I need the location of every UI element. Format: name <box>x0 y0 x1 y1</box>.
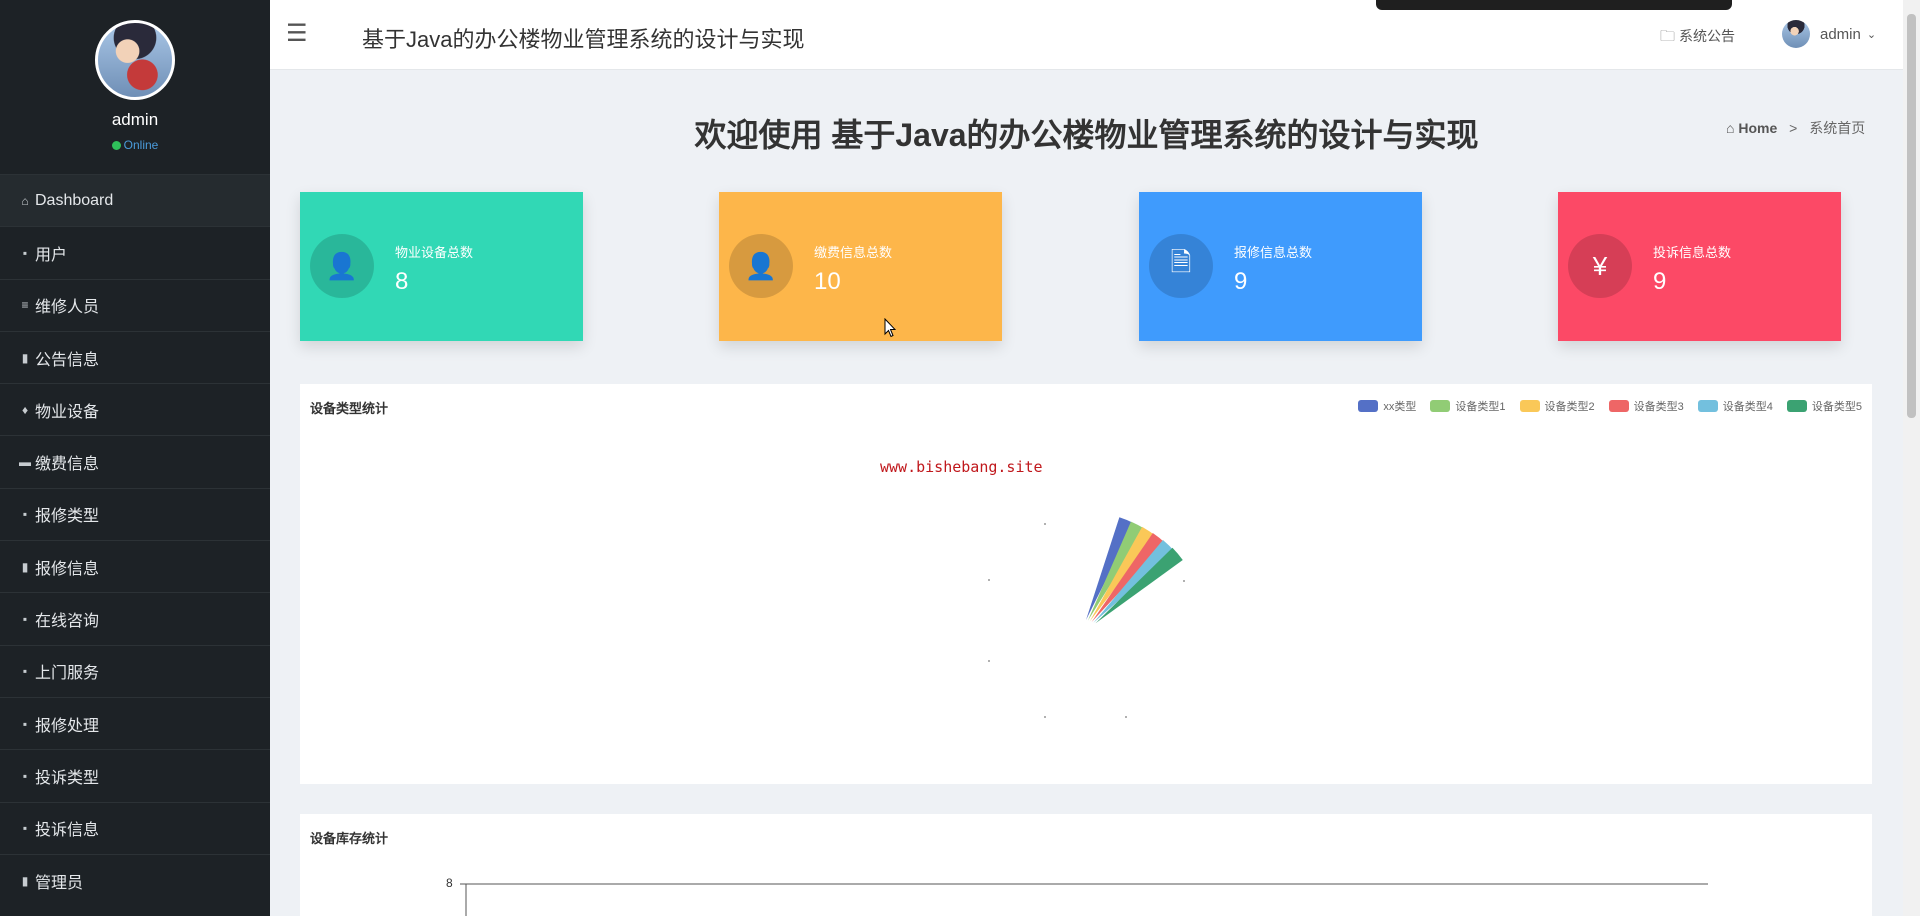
sidebar-item[interactable]: ▪ 报修类型 <box>0 487 270 540</box>
mouse-cursor-icon <box>884 318 896 338</box>
stat-card[interactable]: ¥ 投诉信息总数 9 <box>1558 192 1841 341</box>
bar-chart <box>460 883 1708 916</box>
grid-icon: ▪ <box>22 768 28 783</box>
top-header: ☰ 基于Java的办公楼物业管理系统的设计与实现 🗀 系统公告 admin ⌄ <box>270 0 1920 70</box>
breadcrumb-separator: > <box>1789 120 1798 136</box>
bar-chart-icon: ▮ <box>21 559 29 574</box>
sidebar-item-label: 公告信息 <box>35 351 100 369</box>
sidebar-item-label: 用户 <box>35 246 68 264</box>
sidebar-item-label: 上门服务 <box>35 665 100 683</box>
sidebar-item-label: Dashboard <box>35 191 114 209</box>
sidebar-item[interactable]: ▪ 用户 <box>0 226 270 278</box>
label-dot <box>1044 523 1046 525</box>
grid-icon: ▪ <box>22 507 28 522</box>
stat-label: 报修信息总数 <box>1234 245 1313 260</box>
user-menu[interactable]: admin ⌄ <box>1782 20 1876 48</box>
grid-icon: ▪ <box>22 664 28 679</box>
label-dot <box>988 579 990 581</box>
sidebar-item-label: 投诉信息 <box>35 822 100 840</box>
sidebar-item[interactable]: ▮ 管理员 <box>0 853 270 906</box>
breadcrumb-home[interactable]: ⌂ Home <box>1726 120 1777 136</box>
status-label: Online <box>123 138 159 152</box>
app-title: 基于Java的办公楼物业管理系统的设计与实现 <box>362 27 805 52</box>
breadcrumb: ⌂ Home > 系统首页 <box>1726 118 1865 138</box>
sidebar-item[interactable]: ♦ 物业设备 <box>0 383 270 435</box>
device-type-panel: 设备类型统计 xx类型 设备类型1 设备类型2 设备类型3 设备类型4 设备类型5 www… <box>300 384 1872 784</box>
sidebar-item-label: 报修信息 <box>35 560 100 578</box>
user-name: admin <box>1820 25 1861 43</box>
breadcrumb-current: 系统首页 <box>1809 120 1866 136</box>
avatar[interactable] <box>95 20 175 100</box>
car-icon: ▬ <box>19 455 31 470</box>
sidebar: admin Online ⌂ Dashboard ▪ 用户 ≡ 维修人员 ▮ 公告信息 ♦ 物业设… <box>0 0 270 916</box>
label-dot <box>1125 716 1127 718</box>
sidebar-item-label: 投诉类型 <box>35 769 100 787</box>
sidebar-item-label: 在线咨询 <box>35 613 100 631</box>
user-icon: 👤 <box>310 234 374 298</box>
pie-chart <box>988 517 1185 718</box>
sidebar-item[interactable]: ▪ 报修处理 <box>0 696 270 749</box>
label-dot <box>1183 580 1185 582</box>
user-icon: 👤 <box>729 234 793 298</box>
notice-link[interactable]: 🗀 系统公告 <box>1660 26 1735 51</box>
trophy-icon: ♦ <box>21 402 29 417</box>
stat-label: 物业设备总数 <box>395 245 474 260</box>
profile-name: admin <box>111 110 159 129</box>
grid-icon: ▪ <box>22 716 28 731</box>
menu-toggle-icon[interactable]: ☰ <box>286 22 308 46</box>
page-title: 欢迎使用 基于Java的办公楼物业管理系统的设计与实现 <box>694 117 1479 153</box>
clipboard-icon: ▮ <box>21 873 29 888</box>
sidebar-profile: admin Online <box>0 0 270 174</box>
sidebar-item-label: 报修处理 <box>35 717 100 735</box>
sidebar-menu: ⌂ Dashboard ▪ 用户 ≡ 维修人员 ▮ 公告信息 ♦ 物业设备 ▬ 缴费信息 ▪ 报修类型 ▮ 报… <box>0 174 270 906</box>
sidebar-item-label: 维修人员 <box>35 299 100 317</box>
sliders-icon: ≡ <box>21 298 29 313</box>
stat-card[interactable]: 👤 缴费信息总数 10 <box>719 192 1002 341</box>
home-icon: ⌂ <box>1726 120 1739 136</box>
sidebar-item-label: 缴费信息 <box>35 456 100 474</box>
stat-card[interactable]: 👤 物业设备总数 8 <box>300 192 583 341</box>
inventory-panel: 设备库存统计 8 <box>300 814 1872 916</box>
stat-value: 8 <box>395 268 409 295</box>
sidebar-item-label: 报修类型 <box>35 508 100 526</box>
user-avatar <box>1782 20 1810 48</box>
sidebar-item-label: 管理员 <box>35 874 84 892</box>
yen-icon: ¥ <box>1568 234 1632 298</box>
sidebar-item[interactable]: ▪ 投诉信息 <box>0 801 270 854</box>
sidebar-item[interactable]: ▪ 上门服务 <box>0 644 270 697</box>
notice-icon: 🗀 <box>1660 28 1676 45</box>
toast-bar <box>1376 0 1732 10</box>
sidebar-item[interactable]: ▬ 缴费信息 <box>0 435 270 487</box>
sidebar-item[interactable]: ▮ 公告信息 <box>0 330 270 383</box>
chevron-down-icon: ⌄ <box>1866 28 1877 41</box>
stat-value: 9 <box>1234 268 1248 295</box>
vertical-scrollbar[interactable] <box>1903 0 1920 916</box>
sidebar-item-label: 物业设备 <box>35 403 100 421</box>
status-dot-icon <box>111 141 121 150</box>
breadcrumb-home-label: Home <box>1738 120 1778 136</box>
stat-label: 缴费信息总数 <box>814 245 893 260</box>
label-dot <box>1044 716 1046 718</box>
grid-icon: ▪ <box>22 821 28 836</box>
stat-value: 9 <box>1653 268 1667 295</box>
scrollbar-thumb[interactable] <box>1907 14 1916 418</box>
sidebar-item[interactable]: ⌂ Dashboard <box>0 174 270 227</box>
sidebar-item[interactable]: ▪ 投诉类型 <box>0 749 270 801</box>
sidebar-item[interactable]: ▪ 在线咨询 <box>0 592 270 644</box>
stat-label: 投诉信息总数 <box>1653 245 1732 260</box>
online-status: Online <box>0 138 270 152</box>
stat-value: 10 <box>814 268 841 295</box>
clipboard-icon: ▮ <box>21 350 29 365</box>
label-dot <box>988 660 990 662</box>
grid-icon: ▪ <box>22 245 28 260</box>
sidebar-item[interactable]: ≡ 维修人员 <box>0 278 270 331</box>
stat-card[interactable]: 🗎 报修信息总数 9 <box>1139 192 1422 341</box>
sidebar-item[interactable]: ▮ 报修信息 <box>0 540 270 592</box>
document-icon: 🗎 <box>1149 234 1213 298</box>
grid-icon: ▪ <box>22 612 28 627</box>
notice-label: 系统公告 <box>1679 28 1736 44</box>
home-icon: ⌂ <box>21 193 29 208</box>
